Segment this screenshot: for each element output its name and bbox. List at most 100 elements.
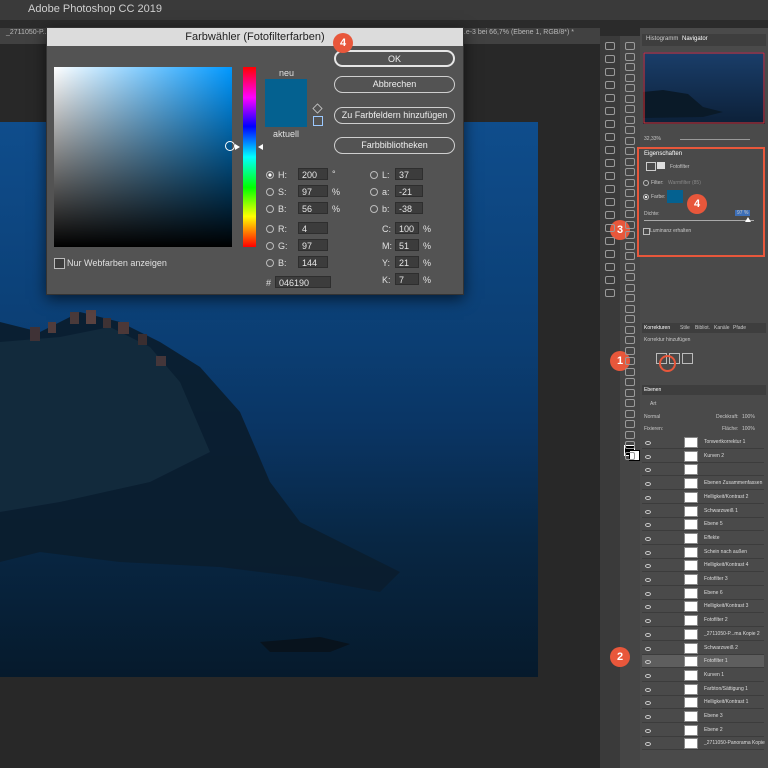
layer-row[interactable]: Ebene 6	[642, 586, 764, 600]
tab-adjustments[interactable]: Korrekturen	[644, 325, 670, 331]
tool-icon[interactable]	[625, 84, 635, 92]
a-radio[interactable]	[370, 188, 378, 196]
visibility-eye-icon[interactable]	[645, 660, 651, 665]
saturation-brightness-field[interactable]	[54, 67, 232, 247]
layer-row[interactable]: Helligkeit/Kontrast 3	[642, 600, 764, 614]
visibility-eye-icon[interactable]	[645, 578, 651, 582]
layer-kind-filter[interactable]: Art	[650, 401, 656, 407]
tool-icon[interactable]	[625, 241, 635, 250]
r-input[interactable]: 4	[298, 222, 328, 234]
brightness-input[interactable]: 56	[298, 202, 328, 214]
layer-row[interactable]: Schwarzweiß 1	[642, 504, 764, 518]
add-to-swatches-button[interactable]: Zu Farbfeldern hinzufügen	[334, 107, 455, 124]
tool-icon[interactable]	[625, 252, 635, 260]
b-radio[interactable]	[266, 259, 274, 267]
tool-icon[interactable]	[625, 315, 635, 323]
visibility-eye-icon[interactable]	[645, 742, 651, 747]
tool-icon[interactable]	[625, 430, 635, 439]
panel-toggle-icon[interactable]	[605, 263, 615, 271]
tool-icon[interactable]	[625, 231, 635, 239]
fill-value[interactable]: 100%	[742, 426, 755, 432]
tool-icon[interactable]	[625, 357, 635, 365]
density-slider-handle[interactable]	[745, 217, 751, 222]
navigator-preview[interactable]	[643, 52, 765, 124]
h-radio[interactable]	[266, 171, 274, 179]
filter-select[interactable]: Warmfilter (85)	[668, 180, 701, 186]
tool-icon[interactable]	[625, 399, 635, 407]
tool-icon[interactable]	[625, 283, 635, 292]
tool-icon[interactable]	[625, 136, 635, 145]
tool-icon[interactable]	[625, 388, 635, 397]
visibility-eye-icon[interactable]	[645, 564, 651, 569]
photo-filter-adjustment-icon[interactable]	[659, 355, 676, 372]
brightness-radio[interactable]	[266, 205, 274, 213]
panel-toggle-icon[interactable]	[605, 94, 615, 102]
tab-styles[interactable]: Stile	[680, 325, 690, 331]
tool-icon[interactable]	[625, 199, 635, 208]
cube-warning-icon[interactable]	[312, 103, 323, 114]
hue-slider-arrow-right[interactable]	[258, 144, 263, 150]
visibility-eye-icon[interactable]	[645, 701, 651, 706]
panel-toggle-icon[interactable]	[605, 42, 615, 50]
layer-row[interactable]: Fotofilter 3	[642, 573, 764, 586]
panel-toggle-icon[interactable]	[605, 289, 615, 297]
visibility-eye-icon[interactable]	[645, 550, 651, 555]
layer-row[interactable]: Farbton/Sättigung 1	[642, 682, 764, 696]
visibility-eye-icon[interactable]	[645, 605, 651, 610]
navigator-zoom-value[interactable]: 32,33%	[644, 136, 661, 142]
l-input[interactable]: 37	[395, 168, 423, 180]
visibility-eye-icon[interactable]	[645, 482, 651, 487]
web-safe-warning-icon[interactable]	[313, 116, 323, 126]
c-input[interactable]: 100	[395, 222, 419, 234]
tool-icon[interactable]	[625, 367, 635, 376]
layer-row[interactable]: Kurven 1	[642, 668, 764, 682]
tab-properties[interactable]: Eigenschaften	[644, 151, 682, 157]
lab-b-radio[interactable]	[370, 205, 378, 213]
visibility-eye-icon[interactable]	[645, 509, 651, 514]
opacity-value[interactable]: 100%	[742, 414, 755, 420]
m-input[interactable]: 51	[395, 239, 419, 251]
tool-icon[interactable]	[625, 441, 635, 449]
s-input[interactable]: 97	[298, 185, 328, 197]
panel-toggle-icon[interactable]	[605, 68, 615, 76]
layer-row[interactable]: Helligkeit/Kontrast 2	[642, 490, 764, 504]
hex-input[interactable]: 046190	[275, 276, 331, 288]
panel-toggle-icon[interactable]	[605, 55, 615, 63]
tab-layers[interactable]: Ebenen	[644, 387, 661, 393]
color-selection-marker[interactable]	[225, 141, 235, 151]
h-input[interactable]: 200	[298, 168, 328, 180]
tool-icon[interactable]	[625, 451, 635, 460]
tool-icon[interactable]	[625, 115, 635, 124]
layer-row[interactable]: _2711050-Panorama Kopie	[642, 737, 765, 751]
tool-icon[interactable]	[625, 325, 635, 334]
tool-icon[interactable]	[625, 336, 635, 344]
lab-b-input[interactable]: -38	[395, 202, 423, 214]
layer-row[interactable]: Ebene 2	[642, 723, 764, 737]
panel-toggle-icon[interactable]	[605, 237, 615, 245]
tool-icon[interactable]	[625, 304, 635, 313]
tab-libraries[interactable]: Bibliot.	[695, 325, 710, 331]
visibility-eye-icon[interactable]	[645, 673, 651, 678]
layer-row[interactable]: Tonwertkorrektur 1	[642, 436, 764, 449]
density-slider[interactable]	[644, 220, 754, 221]
tool-icon[interactable]	[625, 168, 635, 176]
s-radio[interactable]	[266, 188, 274, 196]
tool-icon[interactable]	[625, 420, 635, 428]
photo-filter-color-swatch[interactable]	[667, 190, 683, 203]
g-input[interactable]: 97	[298, 239, 328, 251]
layer-row[interactable]: Helligkeit/Kontrast 4	[642, 559, 764, 573]
hue-slider-arrow-left[interactable]	[235, 144, 240, 150]
panel-toggle-icon[interactable]	[605, 276, 615, 284]
a-input[interactable]: -21	[395, 185, 423, 197]
layer-row[interactable]	[642, 463, 764, 477]
color-radio[interactable]	[643, 194, 649, 200]
panel-toggle-icon[interactable]	[605, 185, 615, 193]
mask-icon[interactable]	[657, 162, 665, 169]
tool-icon[interactable]	[625, 105, 635, 113]
document-tab[interactable]: _2711050-P...	[6, 29, 49, 36]
layer-row[interactable]: Ebene 3	[642, 710, 764, 723]
current-color-swatch[interactable]	[265, 103, 307, 127]
tool-icon[interactable]	[625, 294, 635, 302]
layer-row[interactable]: Fotofilter 2	[642, 614, 764, 628]
visibility-eye-icon[interactable]	[645, 715, 651, 719]
